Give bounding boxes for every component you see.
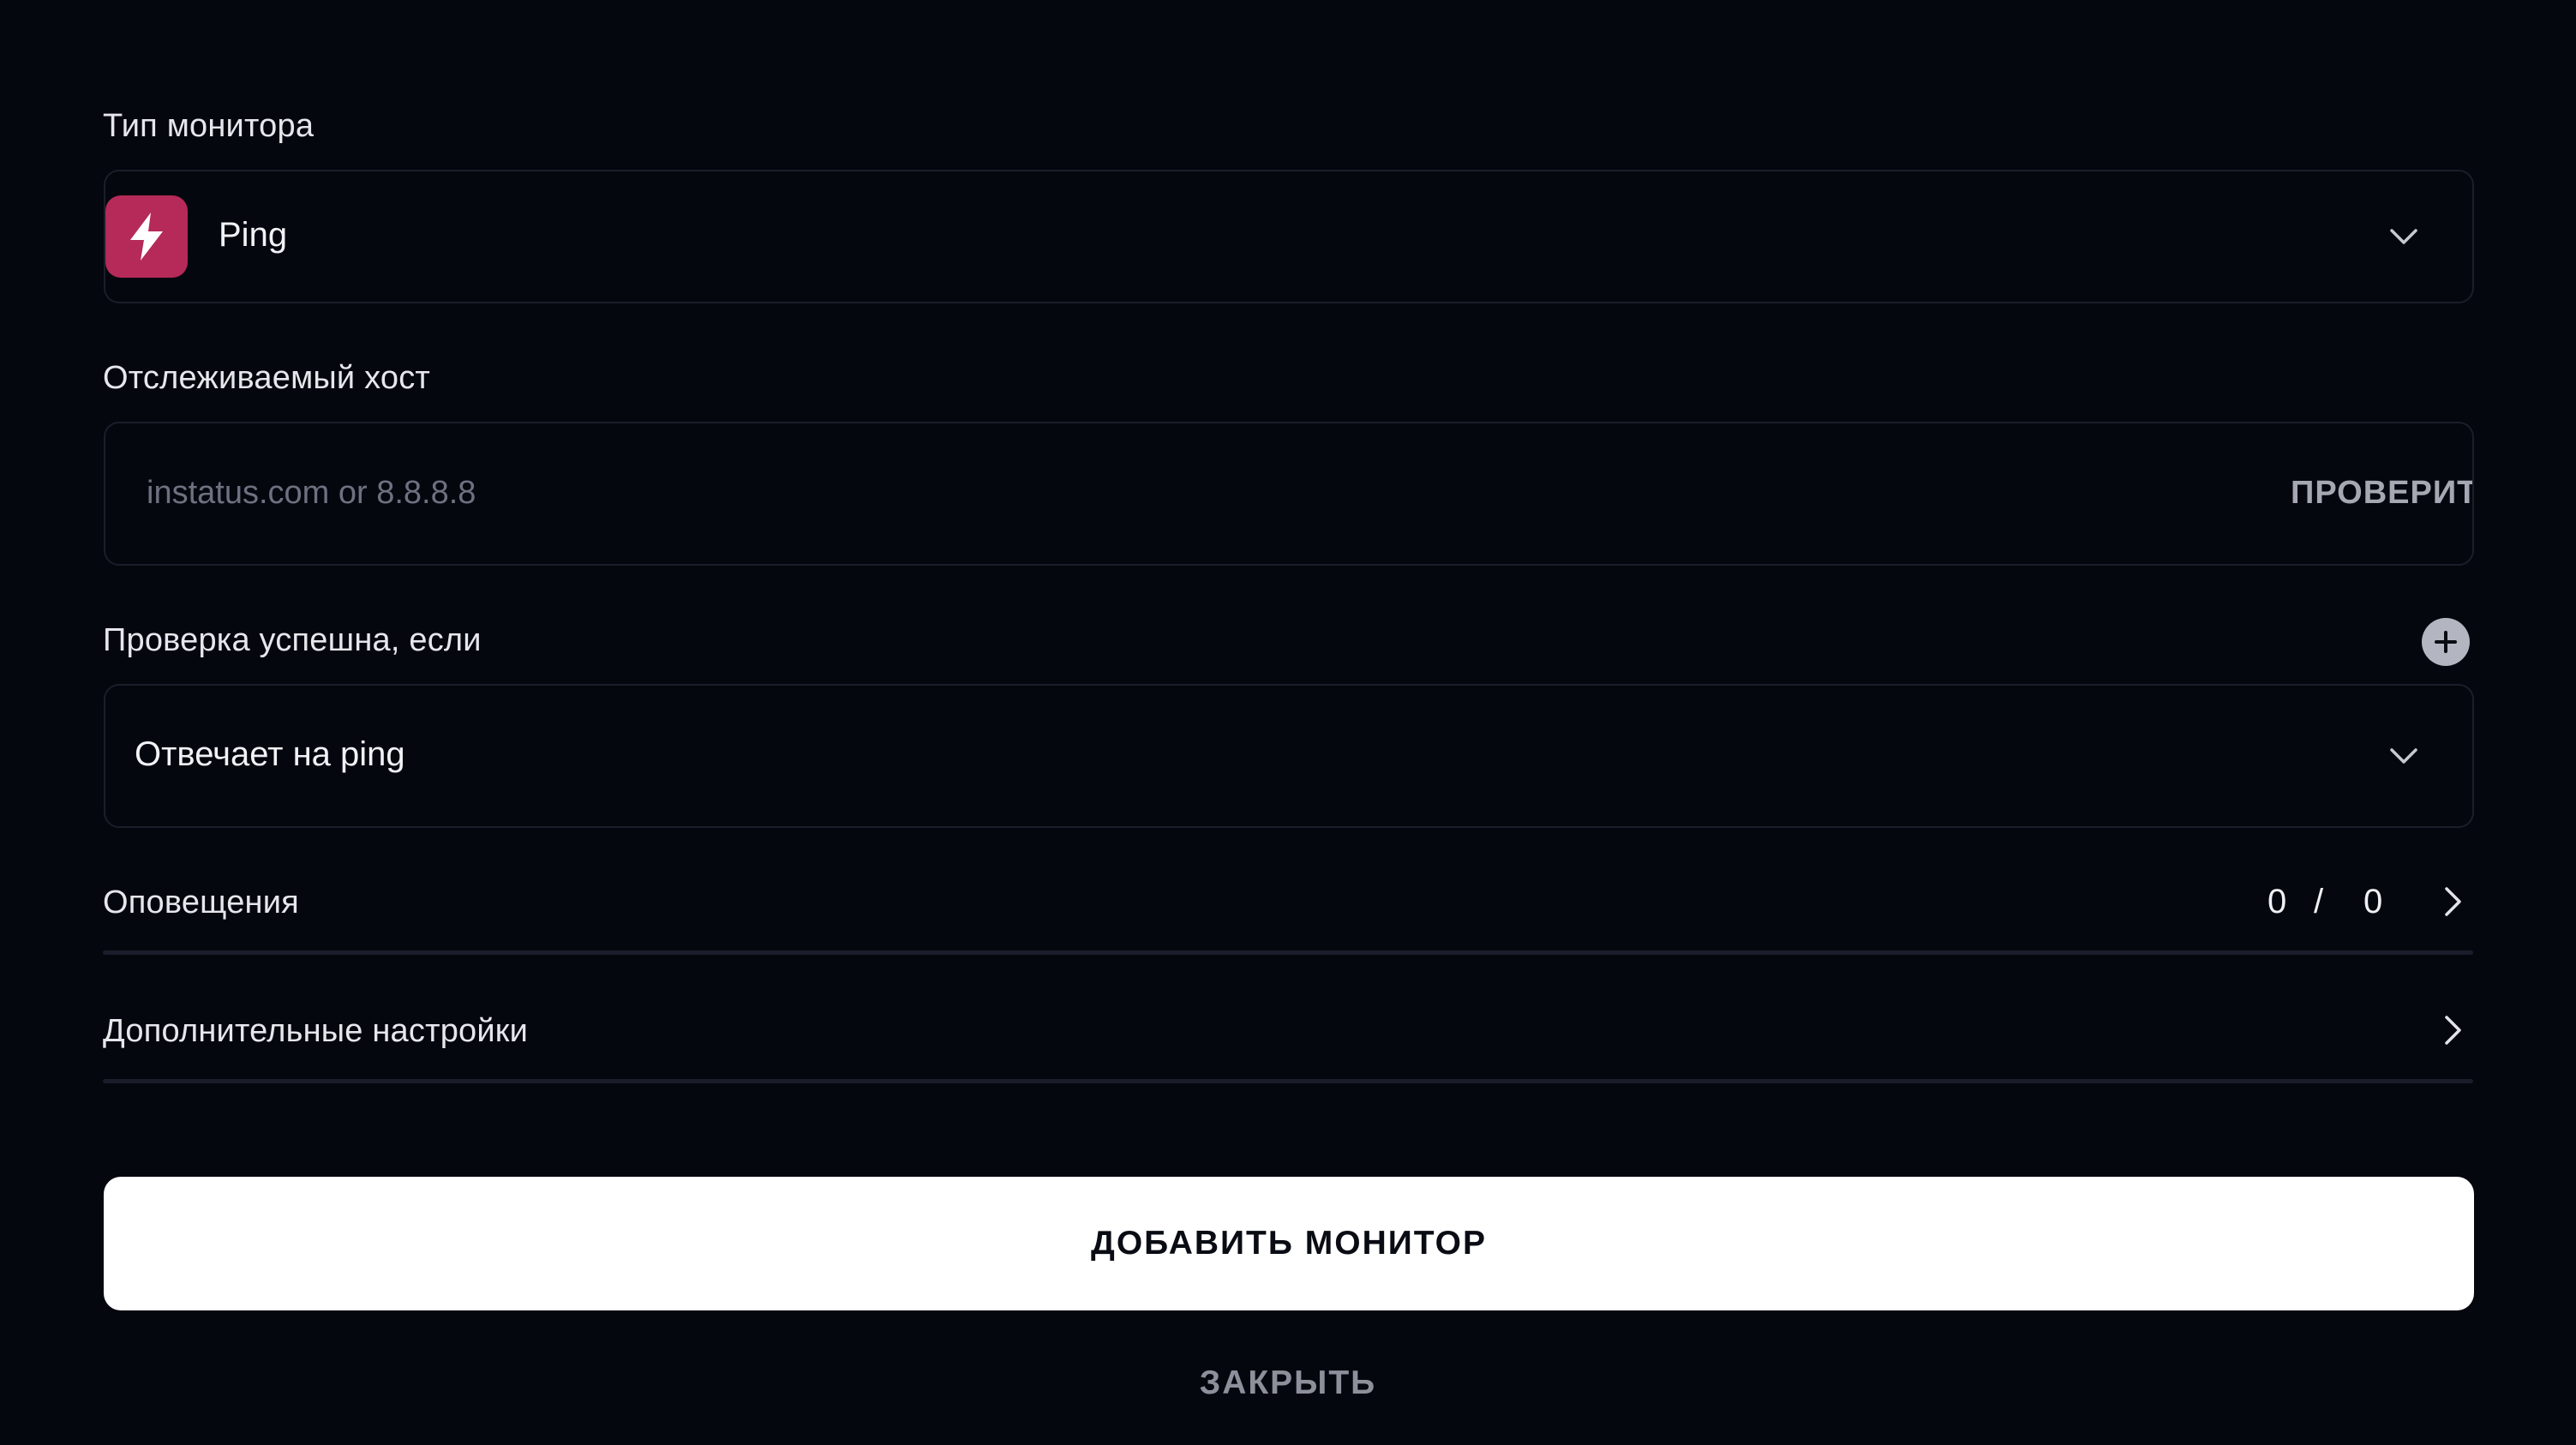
condition-select[interactable]: Отвечает на ping [104, 684, 2474, 828]
monitor-type-select[interactable]: Ping [104, 170, 2474, 303]
notifications-count-b: 0 [2363, 883, 2383, 920]
close-button[interactable]: ЗАКРЫТЬ [0, 1364, 2576, 1402]
chevron-right-icon[interactable] [2435, 1013, 2470, 1047]
chevron-right-icon[interactable] [2435, 884, 2470, 919]
host-field[interactable]: instatus.com or 8.8.8.8 ПРОВЕРИТЬ [104, 422, 2474, 566]
monitor-type-label: Тип монитора [103, 108, 315, 144]
divider [103, 950, 2473, 955]
chevron-down-icon [2390, 748, 2417, 764]
advanced-settings-label[interactable]: Дополнительные настройки [103, 1013, 528, 1050]
chevron-down-icon [2390, 229, 2417, 244]
monitor-type-value: Ping [219, 216, 288, 254]
host-input[interactable]: instatus.com or 8.8.8.8 [147, 475, 476, 512]
notifications-counter: 0 / 0 [2267, 883, 2382, 921]
condition-label: Проверка успешна, если [103, 622, 482, 658]
lightning-icon [105, 195, 188, 278]
notifications-separator: / [2314, 883, 2324, 920]
condition-value: Отвечает на ping [135, 735, 405, 773]
check-host-button[interactable]: ПРОВЕРИТЬ [2291, 475, 2472, 512]
divider [103, 1079, 2473, 1083]
notifications-label[interactable]: Оповещения [103, 884, 299, 921]
notifications-count-a: 0 [2267, 883, 2287, 920]
host-label: Отслеживаемый хост [103, 360, 431, 396]
plus-circle-icon[interactable] [2422, 618, 2470, 666]
add-monitor-button[interactable]: ДОБАВИТЬ МОНИТОР [104, 1177, 2474, 1310]
